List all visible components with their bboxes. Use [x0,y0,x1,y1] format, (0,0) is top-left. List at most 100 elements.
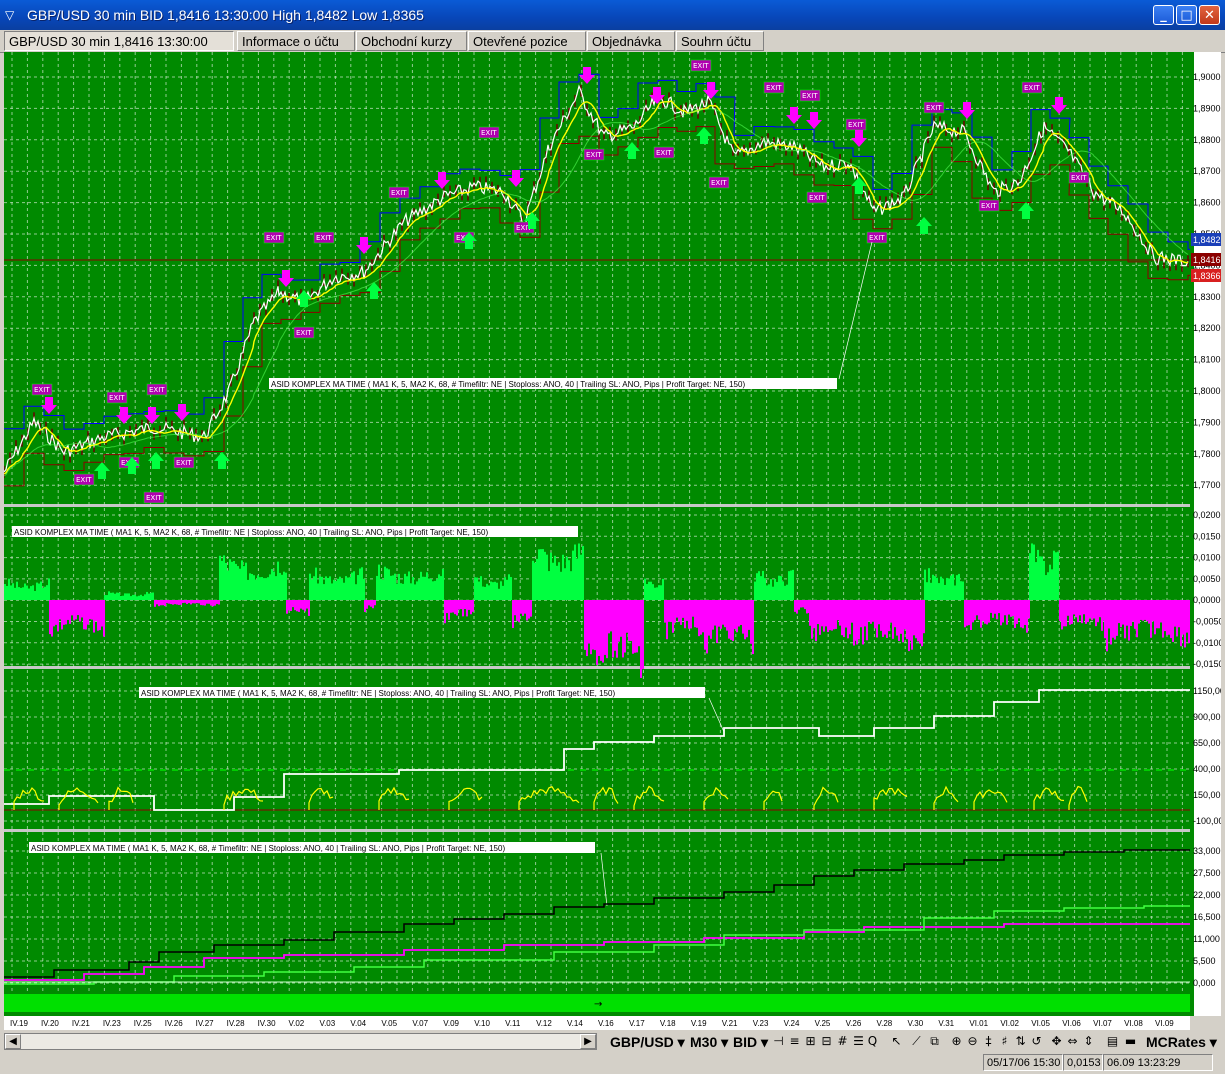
oscillator-bar [1186,600,1188,633]
oscillator-bar [339,576,341,600]
zoom-in-icon[interactable]: ⊕ [950,1034,963,1049]
tab-account-summary[interactable]: Souhrn účtu [676,31,764,51]
pointer-icon[interactable]: ↖ [890,1034,903,1049]
oscillator-bar [913,600,915,636]
oscillator-bar [919,600,921,644]
grid-icon[interactable]: # [836,1034,849,1049]
price-type-selector[interactable]: BID ▾ [733,1034,768,1051]
oscillator-bar [394,573,396,600]
objects-icon[interactable]: ⧉ [928,1034,941,1049]
oscillator-bar [306,600,308,609]
oscillator-bar [470,600,472,615]
oscillator-bar [452,600,454,613]
zoom-out-icon[interactable]: ⊖ [966,1034,979,1049]
settings-icon[interactable]: ▬ [1124,1034,1137,1049]
oscillator-bar [827,600,829,633]
oscillator-bar [982,600,984,622]
close-button[interactable]: ✕ [1199,5,1220,25]
oscillator-bar [309,573,311,600]
maximize-button[interactable]: □ [1176,5,1197,25]
scale-icon[interactable]: ⇔ [1066,1034,1079,1049]
fibonacci-icon[interactable]: ‡ [982,1034,995,1049]
trendline-icon[interactable]: ⟋ [910,1034,923,1049]
oscillator-bar [590,600,592,655]
chart-canvas[interactable]: →1,90001,89001,88001,87001,86001,85001,8… [4,52,1221,1016]
refresh-icon[interactable]: ↺ [1030,1034,1043,1049]
horizontal-scrollbar[interactable]: ◀ ▶ [4,1033,597,1050]
minimize-button[interactable]: _ [1153,5,1174,25]
oscillator-bar [856,600,858,645]
print-icon[interactable]: ▤ [1106,1034,1119,1049]
oscillator-bar [448,600,450,620]
scroll-left-icon[interactable]: ◀ [5,1034,21,1049]
crosshair-icon[interactable]: ⊣ [772,1034,785,1049]
candle-chart-icon[interactable]: ⊞ [804,1034,817,1049]
oscillator-bar [410,583,412,600]
exit-marker-label: EXIT [869,234,885,242]
oscillator-bar [1063,600,1065,627]
oscillator-bar [378,564,380,600]
oscillator-bar [1095,600,1097,627]
oscillator-axis-tick: -0,0050 [1193,617,1221,627]
tab-account-info[interactable]: Informace o účtu [237,31,355,51]
oscillator-bar [458,600,460,610]
line-chart-icon[interactable]: ⊟ [820,1034,833,1049]
oscillator-bar [804,600,806,610]
oscillator-bar [851,600,853,623]
bar-chart-icon[interactable]: ≡ [788,1034,801,1049]
oscillator-bar [930,582,932,600]
oscillator-bar [906,600,908,640]
oscillator-bar [1004,600,1006,616]
tab-trading-rates[interactable]: Obchodní kurzy [356,31,467,51]
quote-icon[interactable]: ☰ [852,1034,865,1049]
oscillator-bar [1020,600,1022,628]
oscillator-bar [921,600,923,647]
equity-axis-tick: 0,000 [1193,978,1216,988]
oscillator-bar [726,600,728,631]
oscillator-bar [482,586,484,600]
timeframe-selector[interactable]: M30 ▾ [690,1034,728,1051]
tab-chart[interactable]: GBP/USD 30 min 1,8416 13:30:00 [4,31,234,51]
exit-marker-label: EXIT [76,476,92,484]
oscillator-bar [1178,600,1180,628]
move-icon[interactable]: ✥ [1050,1034,1063,1049]
cursor-datetime: 05/17/06 15:30 [983,1054,1063,1071]
oscillator-bar [478,581,480,600]
oscillator-bar [894,600,896,628]
oscillator-bar [480,576,482,600]
oscillator-bar [286,600,288,614]
oscillator-bar [158,600,160,607]
channel-icon[interactable]: ⇅ [1014,1034,1027,1049]
chart-area[interactable]: →1,90001,89001,88001,87001,86001,85001,8… [4,52,1221,1016]
oscillator-bar [160,600,162,606]
oscillator-bar [290,600,292,611]
oscillator-bar [450,600,452,613]
scroll-right-icon[interactable]: ▶ [580,1034,596,1049]
feed-selector[interactable]: MCRates ▾ [1146,1034,1217,1051]
oscillator-bar [265,578,267,600]
oscillator-bar [1026,600,1028,633]
oscillator-bar [582,546,584,600]
oscillator-bar [946,577,948,600]
zoom-q-icon[interactable]: Q [866,1034,879,1049]
compress-icon[interactable]: ⇕ [1082,1034,1095,1049]
oscillator-bar [1097,600,1099,623]
gann-icon[interactable]: ♯ [998,1034,1011,1049]
oscillator-bar [333,579,335,600]
oscillator-bar [776,581,778,600]
oscillator-bar [277,561,279,600]
oscillator-bar [164,600,166,607]
tab-order[interactable]: Objednávka [587,31,675,51]
oscillator-bar [944,584,946,600]
date-tick: V.31 [938,1019,954,1028]
oscillator-bar [782,581,784,600]
oscillator-bar [106,595,108,600]
oscillator-bar [1055,552,1057,600]
oscillator-bar [566,556,568,600]
exit-marker-label: EXIT [848,121,864,129]
price-axis-tick: 1,8300 [1193,292,1221,302]
oscillator-bar [938,583,940,600]
oscillator-bar [652,584,654,600]
tab-open-positions[interactable]: Otevřené pozice [468,31,586,51]
symbol-selector[interactable]: GBP/USD ▾ [610,1034,685,1051]
